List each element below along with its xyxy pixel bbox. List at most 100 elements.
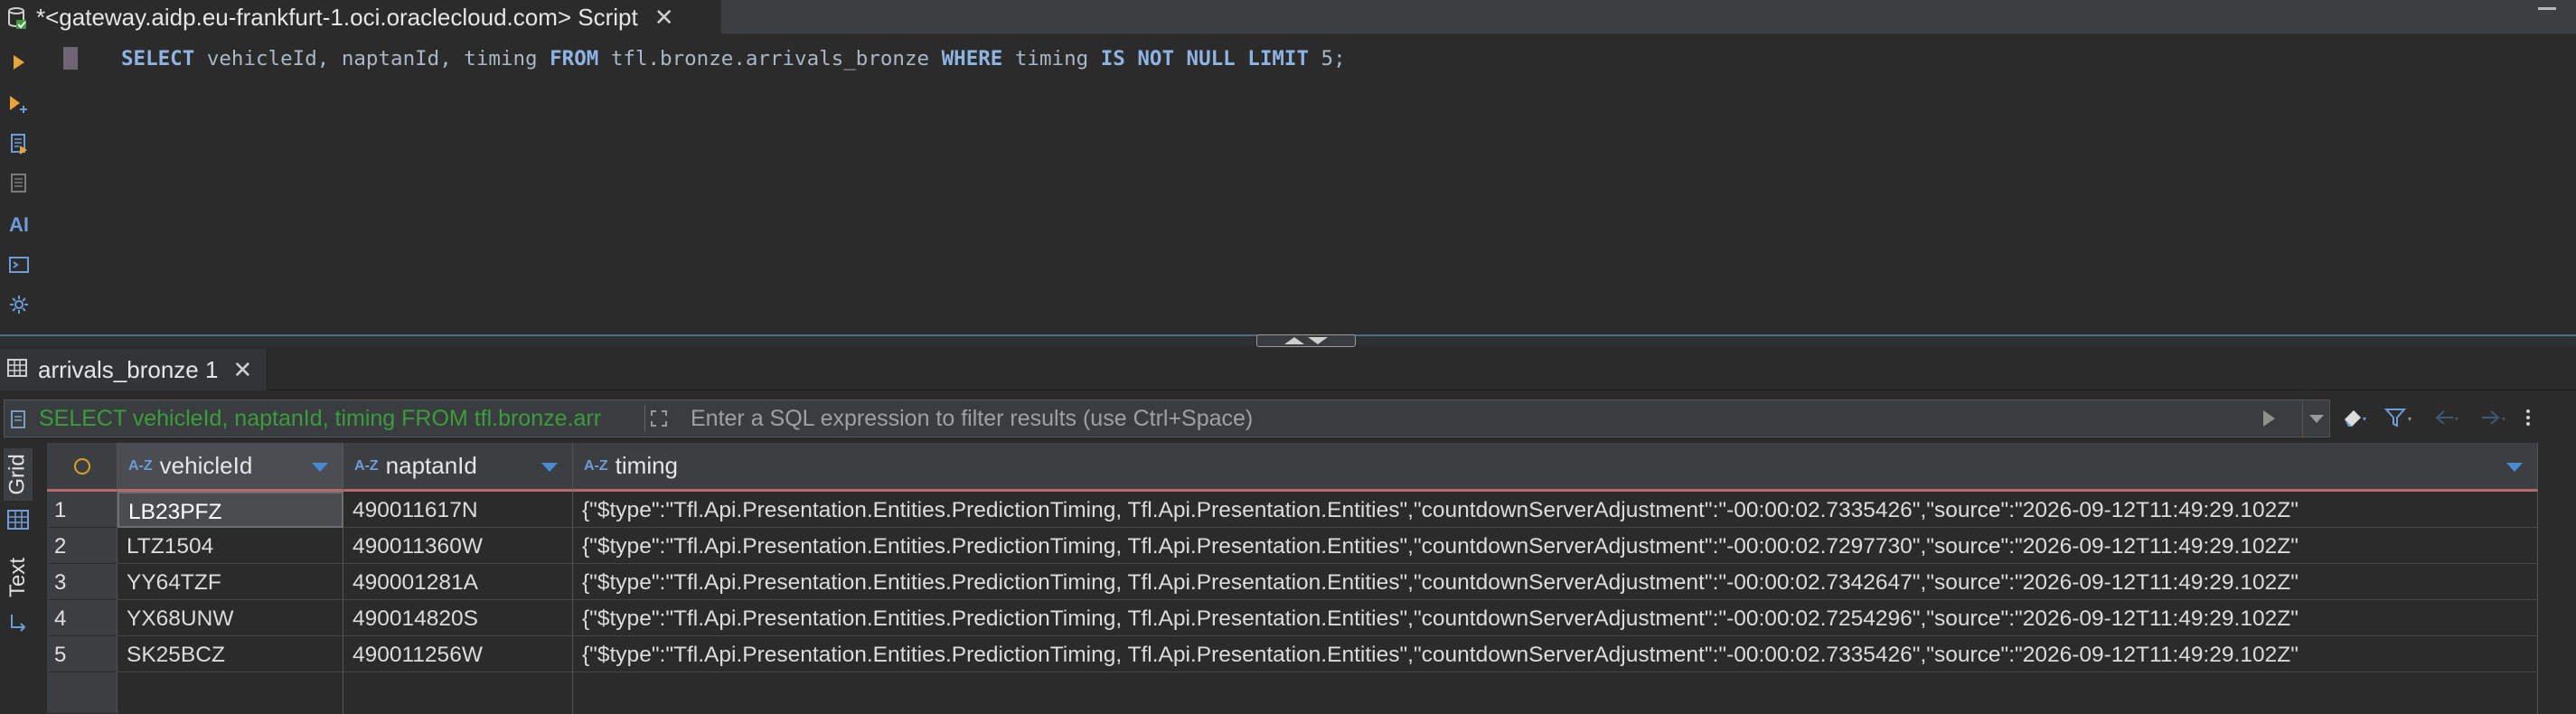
cell-naptanid[interactable]: 490001281A xyxy=(343,564,573,600)
table-row[interactable]: 2 LTZ1504 490011360W {"$type":"Tfl.Api.P… xyxy=(47,528,2538,564)
column-header-vehicleid[interactable]: A-Z vehicleId xyxy=(118,443,343,492)
filter-bar: SELECT vehicleId, naptanId, timing FROM … xyxy=(0,398,2576,439)
collapse-down-icon xyxy=(1308,337,1328,344)
sql-text: 5; xyxy=(1309,47,1346,70)
cell-vehicleid[interactable]: YX68UNW xyxy=(118,600,343,636)
empty-grid-area xyxy=(47,672,2538,714)
navigate-back-icon[interactable] xyxy=(2431,407,2462,433)
apply-filter-icon[interactable] xyxy=(2263,410,2275,427)
cell-vehicleid[interactable]: LB23PFZ xyxy=(118,492,343,528)
row-number[interactable]: 5 xyxy=(47,636,118,672)
play-icon xyxy=(14,55,24,70)
cell-naptanid[interactable]: 490011617N xyxy=(343,492,573,528)
ai-icon: AI xyxy=(9,213,29,236)
sort-dropdown-icon[interactable] xyxy=(541,463,558,472)
editor-tab-title: *<gateway.aidp.eu-frankfurt-1.oci.oracle… xyxy=(36,3,638,31)
column-name: vehicleId xyxy=(159,452,253,479)
filter-history-dropdown[interactable] xyxy=(2302,400,2329,437)
script-editor-tab[interactable]: *<gateway.aidp.eu-frankfurt-1.oci.oracle… xyxy=(0,0,721,34)
cell-timing[interactable]: {"$type":"Tfl.Api.Presentation.Entities.… xyxy=(573,600,2538,636)
text-view-tab[interactable]: Text xyxy=(4,551,33,604)
grid-view-tab[interactable]: Grid xyxy=(4,448,33,501)
sql-text: timing xyxy=(1002,47,1101,70)
column-header-timing[interactable]: A-Z timing xyxy=(573,443,2538,492)
plan-icon xyxy=(11,174,26,193)
column-header-naptanid[interactable]: A-Z naptanId xyxy=(343,443,573,492)
database-script-icon xyxy=(7,6,27,29)
current-line-marker xyxy=(63,47,78,70)
cell-vehicleid[interactable]: SK25BCZ xyxy=(118,636,343,672)
sql-keyword: FROM xyxy=(550,47,599,70)
sort-dropdown-icon[interactable] xyxy=(312,463,328,472)
cell-vehicleid[interactable]: YY64TZF xyxy=(118,564,343,600)
explain-plan-button[interactable] xyxy=(5,170,33,197)
empty-cell xyxy=(573,672,2538,714)
editor-tab-bar: *<gateway.aidp.eu-frankfurt-1.oci.oracle… xyxy=(0,0,2576,34)
sort-dropdown-icon[interactable] xyxy=(2506,463,2523,472)
result-view-tabs: Grid Text xyxy=(0,443,36,714)
filter-input-box[interactable]: SELECT vehicleId, naptanId, timing FROM … xyxy=(4,399,2330,437)
results-tab-bar: arrivals_bronze 1 ✕ xyxy=(0,349,2576,390)
play-add-icon xyxy=(10,96,27,113)
cell-timing[interactable]: {"$type":"Tfl.Api.Presentation.Entities.… xyxy=(573,492,2538,528)
filter-funnel-icon[interactable] xyxy=(2383,407,2415,433)
filter-tools xyxy=(2341,407,2531,433)
editor-vertical-toolbar: AI xyxy=(0,34,38,334)
cell-timing[interactable]: {"$type":"Tfl.Api.Presentation.Entities.… xyxy=(573,636,2538,672)
sql-editor[interactable]: SELECT vehicleId, naptanId, timing FROM … xyxy=(118,34,2576,334)
table-row[interactable]: 1 LB23PFZ 490011617N {"$type":"Tfl.Api.P… xyxy=(47,492,2538,528)
column-name: naptanId xyxy=(385,452,477,479)
table-row[interactable]: 3 YY64TZF 490001281A {"$type":"Tfl.Api.P… xyxy=(47,564,2538,600)
cell-naptanid[interactable]: 490011256W xyxy=(343,636,573,672)
expand-up-icon xyxy=(1284,337,1304,344)
settings-button[interactable] xyxy=(5,291,33,318)
cell-vehicleid[interactable]: LTZ1504 xyxy=(118,528,343,564)
execute-in-new-tab-button[interactable] xyxy=(5,90,33,117)
grid-table-icon[interactable] xyxy=(4,506,33,533)
terminal-icon xyxy=(9,257,29,273)
sql-keyword: WHERE xyxy=(941,47,1003,70)
close-results-tab-icon[interactable]: ✕ xyxy=(232,356,252,384)
maximize-icon[interactable] xyxy=(2538,7,2556,10)
row-number[interactable]: 3 xyxy=(47,564,118,600)
editor-gutter xyxy=(38,34,118,334)
open-console-button[interactable] xyxy=(5,251,33,278)
cell-naptanid[interactable]: 490011360W xyxy=(343,528,573,564)
eraser-icon[interactable] xyxy=(2341,407,2368,433)
filter-icon-left xyxy=(10,408,28,434)
table-row[interactable]: 4 YX68UNW 490014820S {"$type":"Tfl.Api.P… xyxy=(47,600,2538,636)
sql-text: vehicleId, naptanId, timing xyxy=(194,47,550,70)
table-grid-icon xyxy=(7,358,27,381)
select-all-circle-icon xyxy=(73,457,90,474)
sql-editor-window: *<gateway.aidp.eu-frankfurt-1.oci.oracle… xyxy=(0,0,2576,714)
expand-filter-icon[interactable] xyxy=(650,409,668,432)
grid-view-label: Grid xyxy=(5,454,30,495)
empty-cell xyxy=(343,672,573,714)
script-run-icon xyxy=(11,134,27,155)
filter-expression-input[interactable]: Enter a SQL expression to filter results… xyxy=(645,406,2263,432)
cell-timing[interactable]: {"$type":"Tfl.Api.Presentation.Entities.… xyxy=(573,528,2538,564)
ai-assistant-button[interactable]: AI xyxy=(5,211,33,239)
close-editor-tab-icon[interactable]: ✕ xyxy=(654,4,674,32)
table-row[interactable]: 5 SK25BCZ 490011256W {"$type":"Tfl.Api.P… xyxy=(47,636,2538,672)
row-number[interactable]: 1 xyxy=(47,492,118,528)
sql-statement: SELECT vehicleId, naptanId, timing FROM … xyxy=(121,47,1346,70)
row-number[interactable]: 4 xyxy=(47,600,118,636)
sql-keyword: IS NOT NULL LIMIT xyxy=(1100,47,1310,70)
gear-icon xyxy=(10,296,28,314)
text-view-icon[interactable] xyxy=(4,609,33,636)
sql-text: tfl.bronze.arrivals_bronze xyxy=(598,47,942,70)
empty-cell xyxy=(118,672,343,714)
results-tab[interactable]: arrivals_bronze 1 ✕ xyxy=(0,349,268,390)
results-tab-label: arrivals_bronze 1 xyxy=(38,355,219,383)
cell-naptanid[interactable]: 490014820S xyxy=(343,600,573,636)
execute-script-button[interactable] xyxy=(5,130,33,157)
toggle-panels-handle[interactable] xyxy=(1256,334,1356,347)
row-number[interactable]: 2 xyxy=(47,528,118,564)
grid-corner[interactable] xyxy=(47,443,118,492)
cell-timing[interactable]: {"$type":"Tfl.Api.Presentation.Entities.… xyxy=(573,564,2538,600)
navigate-forward-icon[interactable] xyxy=(2478,407,2509,433)
execute-statement-button[interactable] xyxy=(5,49,33,76)
filter-source-query[interactable]: SELECT vehicleId, naptanId, timing FROM … xyxy=(5,406,644,432)
more-options-icon[interactable] xyxy=(2525,407,2531,433)
